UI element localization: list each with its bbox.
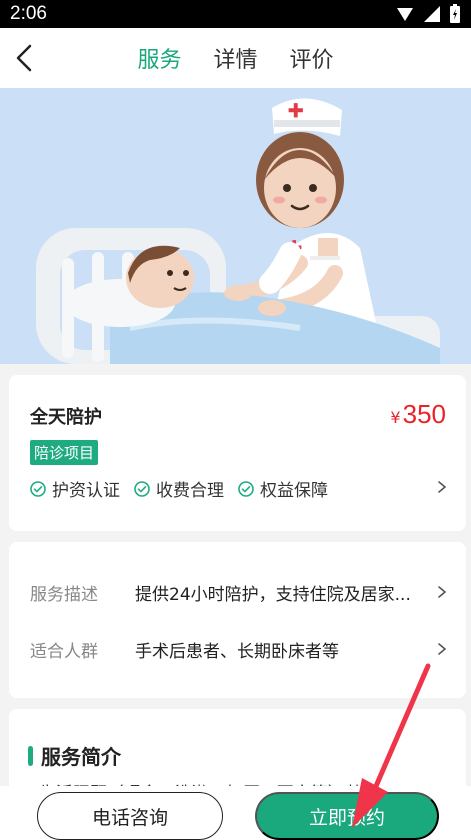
nurse-patient-illustration bbox=[36, 98, 440, 364]
service-card: 全天陪护 ¥ 350 陪诊项目 护资认证 收费合理 权益保障 bbox=[9, 375, 466, 531]
intro-header: 服务简介 bbox=[28, 741, 121, 770]
section-accent-bar bbox=[28, 745, 33, 766]
status-icons bbox=[395, 4, 461, 24]
detail-value: 手术后患者、长期卧床者等 bbox=[135, 641, 339, 662]
intro-title: 服务简介 bbox=[41, 745, 121, 769]
feature-item: 收费合理 bbox=[134, 476, 224, 501]
chevron-right-icon[interactable] bbox=[436, 481, 448, 493]
back-arrow-icon bbox=[16, 44, 32, 72]
tab-service[interactable]: 服务 bbox=[137, 42, 181, 74]
status-time: 2:06 bbox=[10, 3, 47, 24]
detail-row-audience[interactable]: 适合人群 手术后患者、长期卧床者等 bbox=[30, 634, 448, 664]
feature-label: 收费合理 bbox=[156, 481, 224, 501]
details-card: 服务描述 提供24小时陪护，支持住院及居家... 适合人群 手术后患者、长期卧床… bbox=[9, 542, 466, 698]
bottom-action-bar: 电话咨询 立即预约 bbox=[0, 786, 471, 840]
feature-label: 护资认证 bbox=[52, 481, 120, 501]
chevron-right-icon bbox=[438, 586, 447, 598]
feature-item: 权益保障 bbox=[238, 476, 328, 501]
detail-row-description[interactable]: 服务描述 提供24小时陪护，支持住院及居家... bbox=[30, 577, 448, 607]
back-button[interactable] bbox=[8, 42, 40, 74]
check-circle-icon bbox=[238, 480, 254, 497]
battery-icon bbox=[450, 4, 460, 23]
phone-consult-button[interactable]: 电话咨询 bbox=[37, 792, 223, 840]
check-circle-icon bbox=[30, 480, 46, 497]
nav-bar: 服务 详情 评价 bbox=[0, 28, 471, 88]
service-title: 全天陪护 bbox=[30, 407, 102, 428]
price-value: 350 bbox=[402, 399, 446, 429]
cellular-icon bbox=[424, 6, 440, 22]
tab-details[interactable]: 详情 bbox=[213, 42, 257, 74]
feature-item: 护资认证 bbox=[30, 476, 120, 501]
detail-label: 服务描述 bbox=[30, 584, 98, 605]
detail-value: 提供24小时陪护，支持住院及居家... bbox=[135, 584, 411, 605]
tab-reviews[interactable]: 评价 bbox=[290, 42, 334, 74]
price-currency: ¥ bbox=[390, 408, 401, 427]
detail-label: 适合人群 bbox=[30, 641, 98, 662]
tab-bar: 服务 详情 评价 bbox=[0, 28, 471, 88]
guarantee-features[interactable]: 护资认证 收费合理 权益保障 bbox=[30, 476, 328, 501]
check-circle-icon bbox=[134, 480, 150, 497]
status-bar: 2:06 bbox=[0, 0, 471, 28]
hero-banner bbox=[0, 88, 471, 364]
service-price: ¥ 350 bbox=[390, 399, 446, 430]
feature-label: 权益保障 bbox=[260, 481, 328, 501]
signal-icon bbox=[397, 8, 413, 21]
book-now-button[interactable]: 立即预约 bbox=[255, 792, 439, 840]
service-tag: 陪诊项目 bbox=[30, 440, 99, 465]
chevron-right-icon bbox=[438, 643, 447, 655]
